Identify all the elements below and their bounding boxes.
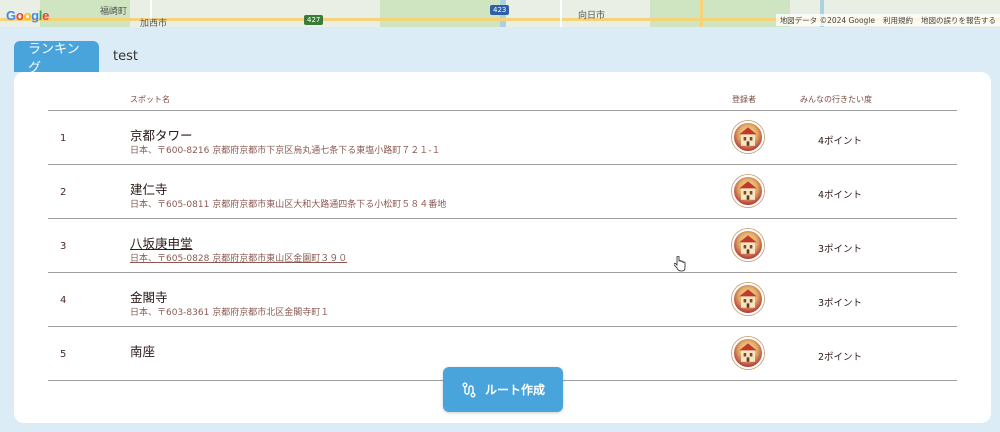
tab-test[interactable]: test bbox=[99, 41, 152, 72]
map-road bbox=[560, 0, 562, 27]
map-park-area bbox=[650, 0, 790, 27]
map-highway bbox=[700, 0, 703, 27]
tab-ranking[interactable]: ランキング bbox=[14, 41, 99, 76]
map-data-credit: 地図データ ©2024 Google bbox=[779, 16, 875, 25]
map-label: 加西市 bbox=[140, 19, 168, 27]
points-value: 3ポイント bbox=[818, 244, 863, 255]
create-route-button[interactable]: ルート作成 bbox=[443, 367, 563, 412]
terms-link[interactable]: 利用規約 bbox=[883, 15, 913, 25]
table-header: スポット名 登録者 みんなの行きたい度 bbox=[48, 92, 957, 111]
building-illustration-icon bbox=[739, 289, 757, 308]
spot-name[interactable]: 京都タワー bbox=[130, 125, 193, 144]
points-value: 2ポイント bbox=[818, 352, 863, 363]
spot-name[interactable]: 金閣寺 bbox=[130, 287, 168, 306]
map-strip[interactable]: 福崎町 加西市 向日市 427 423 Google 地図データ ©2024 G… bbox=[0, 0, 1000, 27]
tab-bar: ランキング test bbox=[14, 41, 152, 76]
header-registrant: 登録者 bbox=[732, 95, 756, 104]
table-row[interactable]: 3 八坂庚申堂 日本、〒605-0828 京都府京都市東山区金園町３９０ 3ポイ… bbox=[48, 219, 957, 273]
spot-name[interactable]: 建仁寺 bbox=[130, 179, 168, 198]
google-logo: Google bbox=[6, 8, 50, 23]
map-attribution: 地図データ ©2024 Google 利用規約 地図の誤りを報告する bbox=[775, 14, 1000, 26]
spot-address: 日本、〒603-8361 京都府京都市北区金閣寺町１ bbox=[130, 308, 330, 318]
spot-address: 日本、〒605-0828 京都府京都市東山区金園町３９０ bbox=[130, 254, 348, 264]
building-illustration-icon bbox=[739, 127, 757, 146]
header-spot-name: スポット名 bbox=[130, 95, 170, 104]
rank-number: 1 bbox=[60, 133, 67, 144]
spot-address: 日本、〒600-8216 京都府京都市下京区烏丸通七条下る東塩小路町７２１-１ bbox=[130, 146, 441, 156]
table-body: 1 京都タワー 日本、〒600-8216 京都府京都市下京区烏丸通七条下る東塩小… bbox=[48, 111, 957, 381]
map-label: 向日市 bbox=[578, 11, 606, 21]
rank-number: 5 bbox=[60, 349, 67, 360]
header-points: みんなの行きたい度 bbox=[800, 95, 872, 104]
map-park-area bbox=[380, 0, 500, 27]
report-error-link[interactable]: 地図の誤りを報告する bbox=[921, 15, 996, 25]
registrant-avatar bbox=[732, 337, 764, 369]
building-illustration-icon bbox=[739, 343, 757, 362]
route-icon bbox=[462, 382, 476, 397]
table-row[interactable]: 4 金閣寺 日本、〒603-8361 京都府京都市北区金閣寺町１ 3ポイント bbox=[48, 273, 957, 327]
spot-name[interactable]: 八坂庚申堂 bbox=[130, 233, 193, 252]
registrant-avatar bbox=[732, 121, 764, 153]
registrant-avatar bbox=[732, 283, 764, 315]
rank-number: 4 bbox=[60, 295, 67, 306]
points-value: 4ポイント bbox=[818, 136, 863, 147]
points-value: 4ポイント bbox=[818, 190, 863, 201]
registrant-avatar bbox=[732, 229, 764, 261]
hand-cursor-icon bbox=[674, 256, 686, 272]
table-row[interactable]: 1 京都タワー 日本、〒600-8216 京都府京都市下京区烏丸通七条下る東塩小… bbox=[48, 111, 957, 165]
map-road-number: 423 bbox=[490, 5, 510, 15]
create-route-label: ルート作成 bbox=[484, 383, 545, 397]
spot-address: 日本、〒605-0811 京都府京都市東山区大和大路通四条下る小松町５８４番地 bbox=[130, 200, 447, 210]
map-label: 福崎町 bbox=[100, 7, 128, 17]
points-value: 3ポイント bbox=[818, 298, 863, 309]
table-row[interactable]: 2 建仁寺 日本、〒605-0811 京都府京都市東山区大和大路通四条下る小松町… bbox=[48, 165, 957, 219]
rank-number: 3 bbox=[60, 241, 67, 252]
spot-name[interactable]: 南座 bbox=[130, 341, 155, 360]
map-road-number: 427 bbox=[304, 15, 324, 25]
registrant-avatar bbox=[732, 175, 764, 207]
building-illustration-icon bbox=[739, 181, 757, 200]
building-illustration-icon bbox=[739, 235, 757, 254]
rank-number: 2 bbox=[60, 187, 67, 198]
